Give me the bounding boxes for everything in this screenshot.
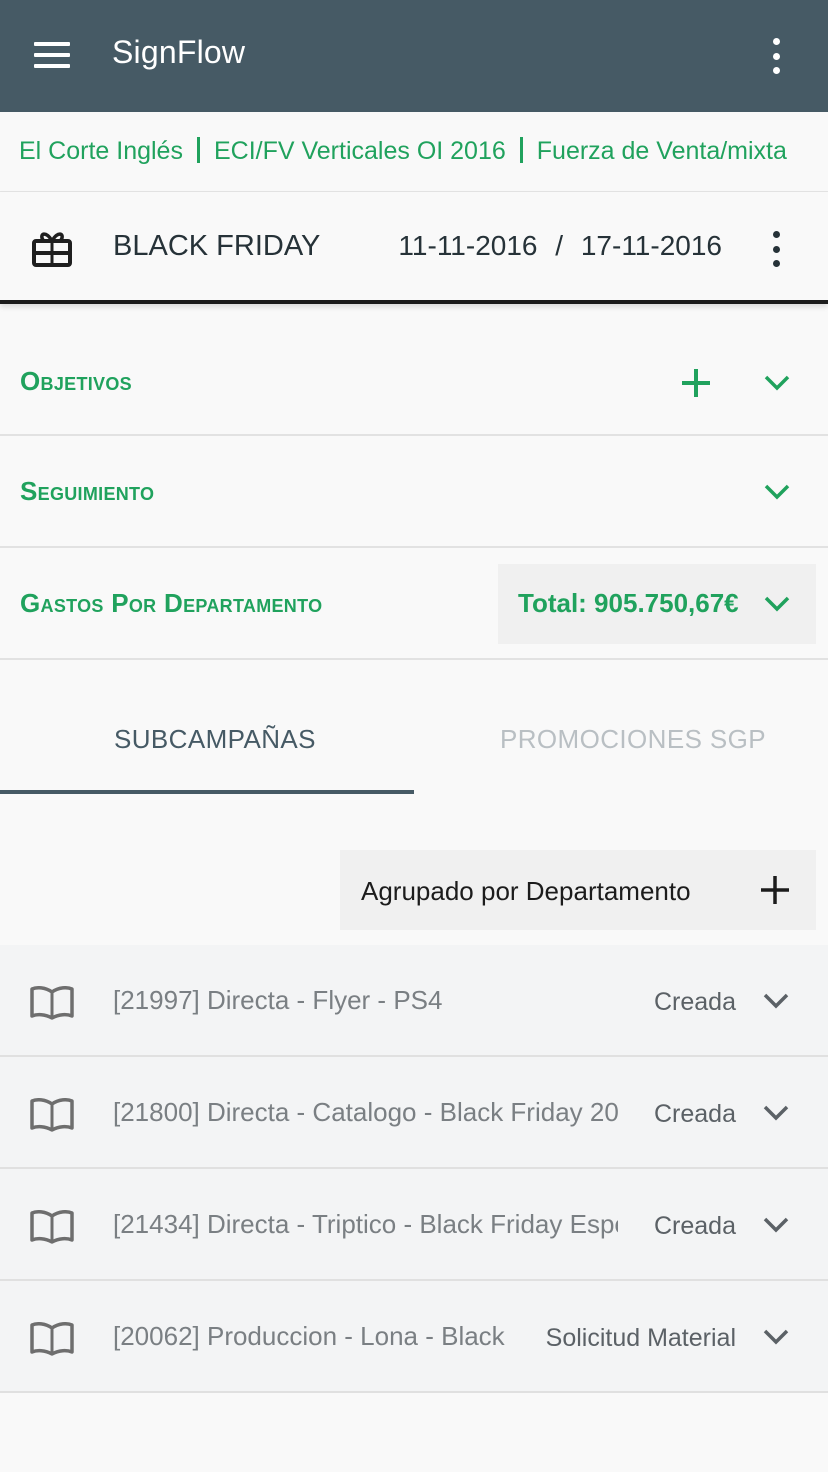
total-expenses: Total: 905.750,67€ — [518, 588, 739, 618]
campaign-end-date: 17-11-2016 — [580, 230, 722, 261]
add-objective-icon[interactable] — [681, 368, 711, 398]
chevron-down-icon[interactable] — [763, 993, 789, 1009]
section-objetivos[interactable]: Objetivos — [0, 320, 828, 436]
breadcrumb-item-program[interactable]: ECI/FV Verticales OI 2016 — [214, 137, 506, 166]
list-item[interactable]: [21434] Directa - Triptico - Black Frida… — [0, 1169, 828, 1281]
subcampaign-status: Creada — [654, 1212, 736, 1240]
group-by-selector[interactable]: Agrupado por Departamento — [340, 850, 816, 930]
list-item[interactable]: [21997] Directa - Flyer - PS4 Creada — [0, 945, 828, 1057]
breadcrumb-item-channel[interactable]: Fuerza de Venta/mixta — [537, 137, 787, 166]
campaign-start-date: 11-11-2016 — [398, 230, 538, 261]
subcampaign-title: [20062] Produccion - Lona - Black Friday — [113, 1321, 511, 1351]
breadcrumb-separator — [196, 136, 200, 163]
chevron-down-icon[interactable] — [763, 1105, 789, 1121]
total-expenses-box[interactable]: Total: 905.750,67€ — [498, 564, 816, 644]
subcampaign-status: Creada — [654, 1100, 736, 1128]
list-item[interactable]: [20062] Produccion - Lona - Black Friday… — [0, 1281, 828, 1393]
group-by-label: Agrupado por Departamento — [361, 876, 691, 906]
book-icon — [30, 986, 74, 1020]
chevron-down-icon[interactable] — [763, 1217, 789, 1233]
book-icon — [30, 1098, 74, 1132]
section-title: Objetivos — [20, 366, 132, 396]
add-icon[interactable] — [760, 875, 790, 905]
subcampaign-title: [21800] Directa - Catalogo - Black Frida… — [113, 1097, 618, 1127]
campaign-dates: 11-11-2016 / 17-11-2016 — [398, 230, 722, 262]
subcampaign-list: [21997] Directa - Flyer - PS4 Creada [21… — [0, 945, 828, 1393]
section-gastos[interactable]: Gastos Por Departamento Total: 905.750,6… — [0, 548, 828, 660]
app-title: SignFlow — [112, 34, 246, 70]
app-bar: SignFlow — [0, 0, 828, 112]
section-title: Gastos Por Departamento — [20, 588, 323, 618]
tab-subcampanas[interactable]: SUBCAMPAÑAS — [114, 724, 316, 755]
chevron-down-icon[interactable] — [764, 484, 790, 500]
tab-promociones-sgp[interactable]: PROMOCIONES SGP — [500, 724, 766, 755]
book-icon — [30, 1210, 74, 1244]
menu-icon[interactable] — [34, 42, 70, 68]
subcampaign-title: [21434] Directa - Triptico - Black Frida… — [113, 1209, 618, 1239]
subcampaign-status: Solicitud Material — [545, 1324, 736, 1352]
chevron-down-icon[interactable] — [764, 596, 790, 612]
subcampaign-status: Creada — [654, 988, 736, 1016]
breadcrumb-item-client[interactable]: El Corte Inglés — [19, 137, 183, 166]
campaign-name: BLACK FRIDAY — [113, 230, 321, 262]
breadcrumb-separator — [519, 136, 523, 163]
overflow-menu-icon[interactable] — [766, 38, 786, 74]
subcampaign-title: [21997] Directa - Flyer - PS4 — [113, 985, 443, 1015]
book-icon — [30, 1322, 74, 1356]
campaign-menu-icon[interactable] — [766, 231, 786, 267]
tab-bar: SUBCAMPAÑAS PROMOCIONES SGP — [0, 660, 828, 796]
date-separator: / — [555, 230, 564, 261]
chevron-down-icon[interactable] — [763, 1329, 789, 1345]
section-title: Seguimiento — [20, 476, 155, 506]
campaign-header: BLACK FRIDAY 11-11-2016 / 17-11-2016 — [0, 192, 828, 304]
active-tab-indicator — [0, 790, 414, 794]
breadcrumb: El Corte Inglés ECI/FV Verticales OI 201… — [0, 112, 828, 192]
section-seguimiento[interactable]: Seguimiento — [0, 436, 828, 548]
chevron-down-icon[interactable] — [764, 375, 790, 391]
gift-icon — [32, 232, 72, 267]
list-item[interactable]: [21800] Directa - Catalogo - Black Frida… — [0, 1057, 828, 1169]
